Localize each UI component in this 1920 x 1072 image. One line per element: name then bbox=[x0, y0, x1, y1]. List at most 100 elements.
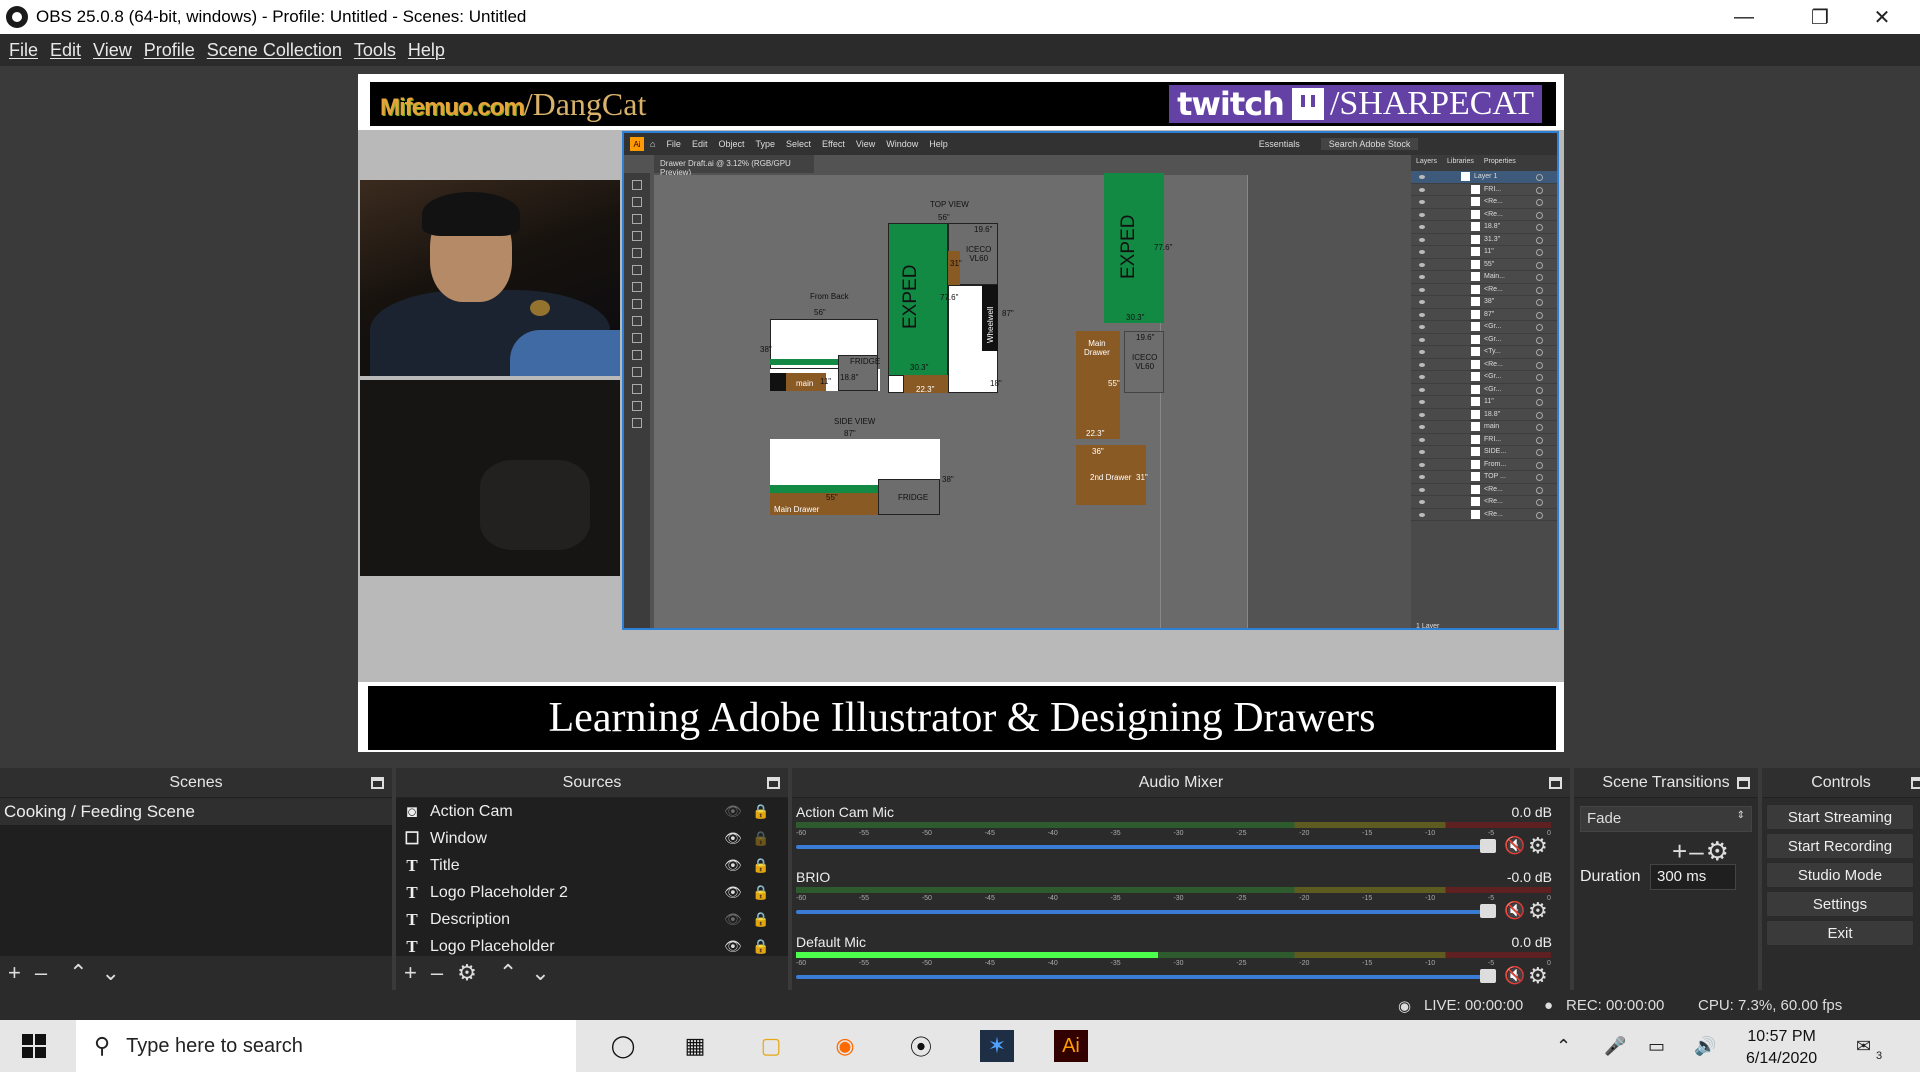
label-22-3: 22.3" bbox=[916, 385, 935, 394]
mute-speaker-icon[interactable]: 🔇 bbox=[1504, 901, 1525, 921]
channel-gear-icon[interactable]: ⚙ bbox=[1528, 833, 1548, 859]
visibility-eye-icon[interactable]: 👁 bbox=[724, 911, 742, 928]
ai-menu-type: Type bbox=[755, 139, 775, 149]
visibility-eye-icon[interactable]: 👁 bbox=[724, 803, 742, 820]
menu-help[interactable]: Help bbox=[408, 40, 445, 61]
lock-icon[interactable]: 🔒 bbox=[752, 830, 769, 847]
window-title: OBS 25.0.8 (64-bit, windows) - Profile: … bbox=[36, 7, 527, 26]
channel-gear-icon[interactable]: ⚙ bbox=[1528, 898, 1548, 924]
transition-select[interactable]: Fade ⇕ bbox=[1580, 806, 1752, 832]
top-corner-block bbox=[888, 375, 904, 393]
move-source-down-button[interactable]: ⌄ bbox=[531, 960, 549, 986]
task-view-icon[interactable]: ▦ bbox=[678, 1030, 712, 1062]
studio-mode-button[interactable]: Studio Mode bbox=[1766, 862, 1914, 888]
source-row[interactable]: ◙ Action Cam 👁 🔒 bbox=[396, 798, 788, 825]
microphone-icon[interactable]: 🎤 bbox=[1604, 1036, 1626, 1057]
exit-button[interactable]: Exit bbox=[1766, 920, 1914, 946]
minimize-button[interactable]: — bbox=[1706, 0, 1782, 34]
source-row[interactable]: ☐ Window 👁 🔒 bbox=[396, 825, 788, 852]
visibility-eye-icon[interactable]: 👁 bbox=[724, 938, 742, 955]
source-row[interactable]: T Title 👁 🔒 bbox=[396, 852, 788, 879]
undock-icon[interactable] bbox=[1549, 777, 1562, 789]
remove-scene-button[interactable]: – bbox=[35, 960, 47, 986]
visibility-eye-icon[interactable]: 👁 bbox=[724, 830, 742, 847]
menu-edit[interactable]: Edit bbox=[50, 40, 81, 61]
volume-slider-handle[interactable] bbox=[1480, 839, 1496, 853]
meter-tick: -50 bbox=[921, 895, 932, 902]
fb-exped-strip bbox=[770, 359, 838, 365]
volume-slider[interactable] bbox=[796, 910, 1486, 914]
scene-item[interactable]: Cooking / Feeding Scene bbox=[0, 799, 392, 825]
move-source-up-button[interactable]: ⌃ bbox=[499, 960, 517, 986]
move-scene-down-button[interactable]: ⌄ bbox=[102, 960, 120, 986]
volume-slider[interactable] bbox=[796, 975, 1486, 979]
channel-gear-icon[interactable]: ⚙ bbox=[1528, 963, 1548, 989]
transitions-title: Scene Transitions bbox=[1602, 773, 1730, 791]
move-scene-up-button[interactable]: ⌃ bbox=[69, 960, 87, 986]
mute-speaker-icon[interactable]: 🔇 bbox=[1504, 966, 1525, 986]
lock-icon[interactable]: 🔒 bbox=[752, 884, 769, 901]
obs-taskbar-icon[interactable]: ⦿ bbox=[904, 1030, 938, 1062]
add-scene-button[interactable]: + bbox=[8, 960, 21, 986]
channel-name: Default Mic bbox=[796, 934, 867, 950]
battery-icon[interactable]: ▭ bbox=[1648, 1036, 1665, 1057]
start-streaming-button[interactable]: Start Streaming bbox=[1766, 804, 1914, 830]
menu-view[interactable]: View bbox=[93, 40, 132, 61]
volume-meter bbox=[796, 822, 1551, 828]
visibility-eye-icon[interactable]: 👁 bbox=[724, 857, 742, 874]
transition-gear-icon[interactable]: ⚙ bbox=[1706, 836, 1731, 866]
app-taskbar-icon[interactable]: ✶ bbox=[980, 1030, 1014, 1062]
lock-icon[interactable]: 🔒 bbox=[752, 938, 769, 955]
undock-icon[interactable] bbox=[767, 777, 780, 789]
volume-slider-handle[interactable] bbox=[1480, 904, 1496, 918]
remove-source-button[interactable]: – bbox=[431, 960, 443, 986]
undock-icon[interactable] bbox=[1737, 777, 1750, 789]
file-explorer-icon[interactable]: ▢ bbox=[754, 1030, 788, 1062]
taskbar-clock[interactable]: 10:57 PM 6/14/2020 bbox=[1746, 1026, 1817, 1070]
mute-speaker-icon[interactable]: 🔇 bbox=[1504, 836, 1525, 856]
volume-icon[interactable]: 🔊 bbox=[1694, 1036, 1716, 1057]
lock-icon[interactable]: 🔒 bbox=[752, 803, 769, 820]
label-r-iceco: ICECO VL60 bbox=[1132, 353, 1158, 371]
add-transition-button[interactable]: + bbox=[1672, 836, 1689, 866]
remove-transition-button[interactable]: – bbox=[1689, 836, 1705, 866]
scenes-list[interactable]: Cooking / Feeding Scene bbox=[0, 799, 392, 956]
source-row[interactable]: T Logo Placeholder 2 👁 🔒 bbox=[396, 879, 788, 906]
undock-icon[interactable] bbox=[1911, 777, 1920, 789]
sources-list[interactable]: ◙ Action Cam 👁 🔒 ☐ Window 👁 🔒 T Title 👁 🔒 T Logo Plac… bbox=[396, 798, 788, 956]
banner-handle: /DangCat bbox=[523, 86, 647, 122]
close-button[interactable]: ✕ bbox=[1844, 0, 1920, 34]
scene-transitions-dock: Scene Transitions Fade ⇕ +–⚙ Duration 300… bbox=[1574, 768, 1758, 990]
start-recording-button[interactable]: Start Recording bbox=[1766, 833, 1914, 859]
firefox-icon[interactable]: ◉ bbox=[828, 1030, 862, 1062]
lock-icon[interactable]: 🔒 bbox=[752, 911, 769, 928]
sources-toolbar: + – ⚙ ⌃ ⌄ bbox=[396, 956, 788, 990]
menu-tools[interactable]: Tools bbox=[354, 40, 396, 61]
illustrator-taskbar-icon[interactable]: Ai bbox=[1054, 1030, 1088, 1062]
taskbar-search[interactable]: ⚲ Type here to search bbox=[76, 1020, 576, 1072]
lock-icon[interactable]: 🔒 bbox=[752, 857, 769, 874]
settings-button[interactable]: Settings bbox=[1766, 891, 1914, 917]
windows-start-icon[interactable] bbox=[22, 1034, 46, 1058]
cortana-icon[interactable]: ◯ bbox=[606, 1030, 640, 1062]
ai-layer-row: Layer 1 bbox=[1411, 171, 1557, 184]
menu-file[interactable]: File bbox=[9, 40, 38, 61]
source-row[interactable]: T Description 👁 🔒 bbox=[396, 906, 788, 933]
label-side-view: SIDE VIEW bbox=[834, 417, 876, 426]
menu-scene-collection[interactable]: Scene Collection bbox=[207, 40, 342, 61]
notification-icon[interactable]: ✉ bbox=[1856, 1036, 1871, 1057]
menu-profile[interactable]: Profile bbox=[144, 40, 195, 61]
volume-slider-handle[interactable] bbox=[1480, 969, 1496, 983]
controls-dock: Controls Start Streaming Start Recording… bbox=[1762, 768, 1920, 990]
visibility-eye-icon[interactable]: 👁 bbox=[724, 884, 742, 901]
volume-slider[interactable] bbox=[796, 845, 1486, 849]
ai-tool-eyedropper-icon bbox=[632, 367, 642, 377]
undock-icon[interactable] bbox=[371, 777, 384, 789]
ai-home-icon: ⌂ bbox=[650, 139, 656, 149]
source-properties-gear-icon[interactable]: ⚙ bbox=[457, 960, 477, 986]
tray-chevron-icon[interactable]: ⌃ bbox=[1556, 1036, 1571, 1057]
add-source-button[interactable]: + bbox=[404, 960, 417, 986]
duration-input[interactable]: 300 ms bbox=[1650, 864, 1736, 890]
action-cam-feed bbox=[360, 380, 620, 576]
channel-name: BRIO bbox=[796, 869, 831, 885]
